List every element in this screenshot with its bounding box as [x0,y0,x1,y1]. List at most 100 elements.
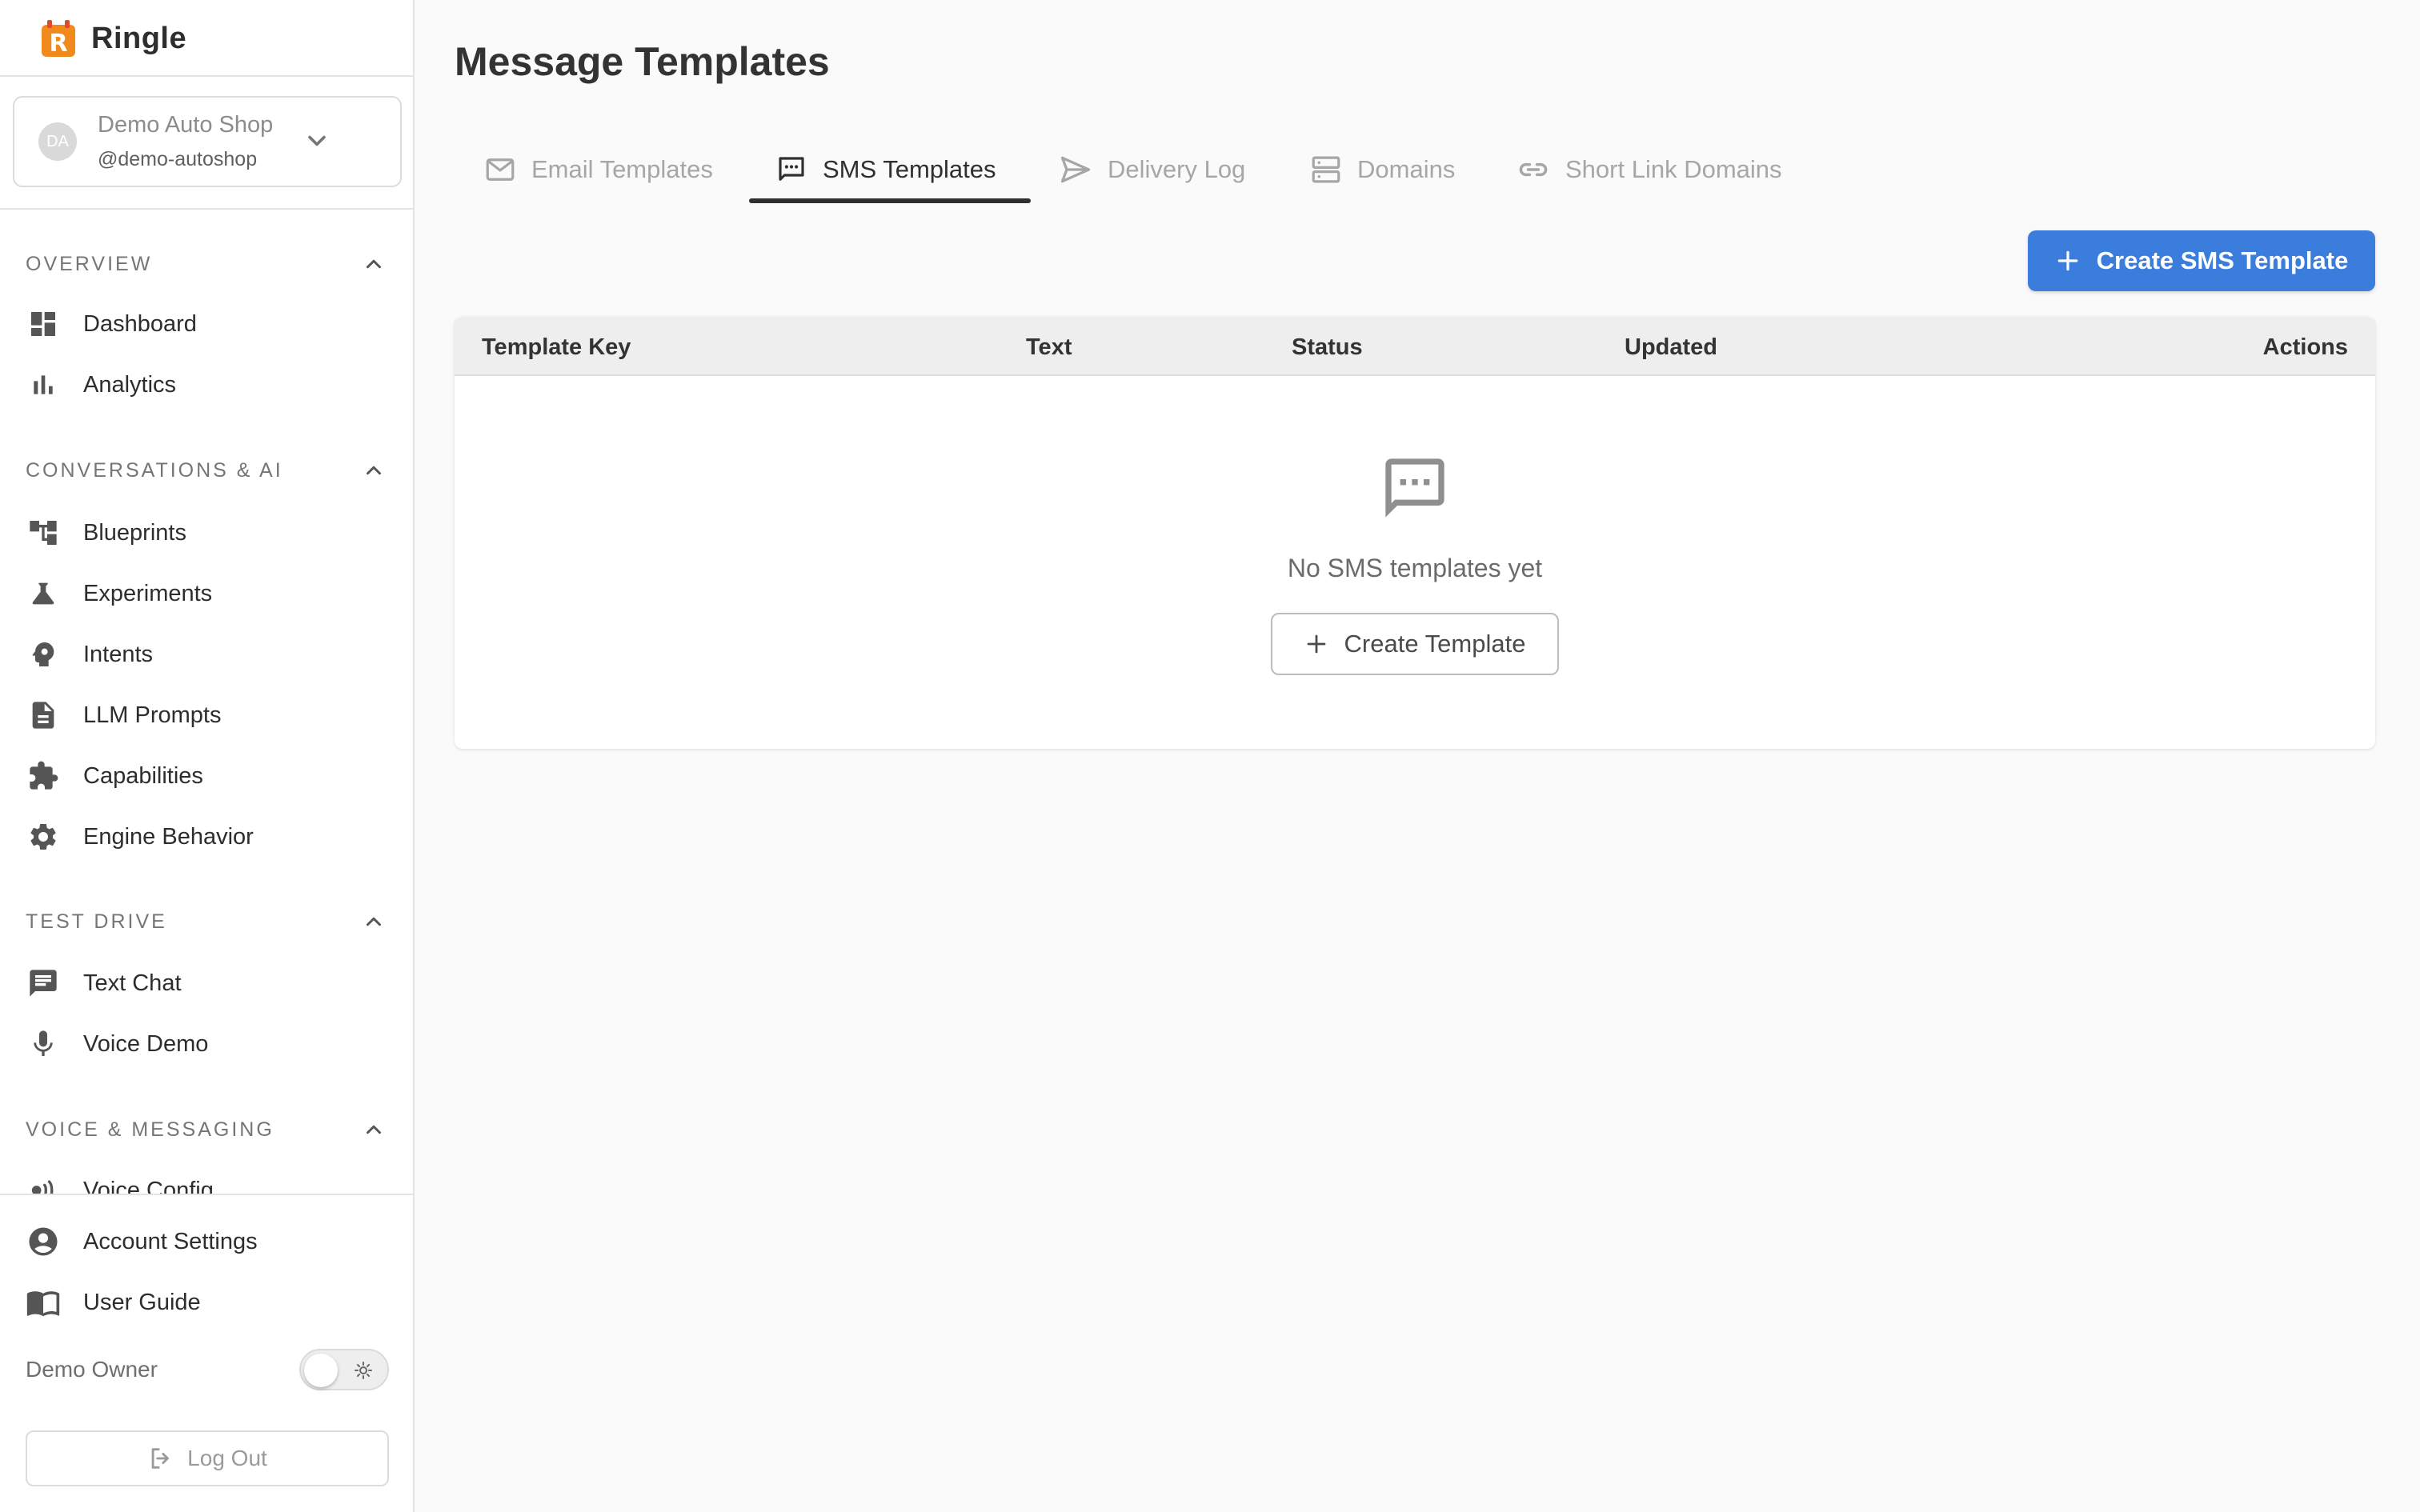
tab-short-link-domains[interactable]: Short Link Domains [1516,134,1782,205]
org-handle: @demo-autoshop [98,148,258,170]
brand[interactable]: R Ringle [38,16,186,61]
org-avatar: DA [38,122,77,161]
link-icon [1516,152,1551,187]
org-switcher[interactable]: DA Demo Auto Shop @demo-autoshop [13,96,402,187]
user-row: Demo Owner [26,1349,389,1390]
sidebar: R Ringle DA Demo Auto Shop @demo-autosho… [0,0,415,1512]
tab-label: Domains [1357,155,1456,183]
sidebar-item-intents[interactable]: Intents [26,632,394,677]
sidebar-scroll-area[interactable]: Voice Config [0,1152,413,1194]
table-header: Template Key Text Status Updated Actions [455,317,2375,376]
app-name: Ringle [91,21,187,55]
sidebar-item-label: Blueprints [83,519,186,546]
flask-icon [26,576,61,611]
sidebar-item-label: Dashboard [83,310,197,337]
dashboard-icon [26,306,61,342]
sidebar-item-voice-demo[interactable]: Voice Demo [26,1022,394,1066]
tab-label: Email Templates [531,155,713,183]
sidebar-item-text-chat[interactable]: Text Chat [26,961,394,1006]
sidebar-item-account-settings[interactable]: Account Settings [26,1219,394,1264]
account-circle-icon [26,1224,61,1259]
column-header-updated[interactable]: Updated [1625,334,1717,361]
bar-chart-icon [26,367,61,402]
puzzle-icon [26,758,61,794]
logout-label: Log Out [187,1446,267,1470]
sidebar-item-label: Capabilities [83,762,203,789]
section-voice-messaging[interactable]: VOICE & MESSAGING [26,1114,386,1146]
plus-icon [1304,632,1328,656]
sun-icon [354,1361,373,1380]
tab-label: Delivery Log [1108,155,1246,183]
active-tab-indicator [749,198,1031,203]
create-template-label: Create Template [1344,630,1526,658]
column-header-actions: Actions [2262,334,2348,360]
create-sms-template-button[interactable]: Create SMS Template [2028,230,2375,291]
templates-table: Template Key Text Status Updated Actions… [455,317,2375,749]
book-icon [26,1285,61,1320]
chevron-up-icon [362,252,386,276]
sidebar-item-label: Account Settings [83,1228,258,1254]
user-name: Demo Owner [26,1357,158,1382]
sidebar-item-label: Intents [83,641,154,667]
voice-wave-icon [26,1173,61,1194]
server-icon [1309,153,1343,186]
sidebar-item-label: Engine Behavior [83,823,254,850]
tab-delivery-log[interactable]: Delivery Log [1058,134,1245,205]
sidebar-item-user-guide[interactable]: User Guide [26,1280,394,1325]
column-header-status[interactable]: Status [1292,334,1363,361]
sidebar-item-engine-behavior[interactable]: Engine Behavior [26,814,394,859]
document-icon [26,698,61,733]
tab-sms-templates[interactable]: SMS Templates [775,134,996,205]
tab-label: Short Link Domains [1565,155,1782,183]
microphone-icon [26,1026,61,1062]
logout-icon [147,1445,174,1472]
sidebar-item-dashboard[interactable]: Dashboard [26,302,394,346]
toggle-knob [304,1354,338,1387]
plus-icon [2055,248,2081,274]
svg-text:R: R [49,30,67,58]
logout-button[interactable]: Log Out [26,1430,389,1486]
sidebar-item-label: LLM Prompts [83,702,222,728]
ringle-logo-icon: R [38,18,78,58]
theme-toggle[interactable] [299,1349,389,1390]
blueprint-tree-icon [26,515,61,550]
section-title: CONVERSATIONS & AI [26,458,283,482]
sidebar-item-blueprints[interactable]: Blueprints [26,510,394,555]
gear-icon [26,819,61,854]
org-name: Demo Auto Shop [98,112,274,138]
column-header-template-key[interactable]: Template Key [482,334,631,361]
send-icon [1058,152,1093,187]
head-gear-icon [26,637,61,672]
sms-empty-icon [1380,453,1450,523]
divider [0,1194,413,1195]
chat-bubble-icon [26,966,61,1001]
section-title: OVERVIEW [26,252,153,275]
sidebar-item-label: Voice Config [83,1177,214,1194]
sidebar-item-voice-config[interactable]: Voice Config [26,1168,394,1194]
sidebar-item-experiments[interactable]: Experiments [26,571,394,616]
sidebar-item-label: Analytics [83,371,177,398]
chevron-down-icon [302,126,331,155]
sidebar-item-label: Text Chat [83,970,182,996]
tab-domains[interactable]: Domains [1309,134,1455,205]
chevron-up-icon [362,458,386,482]
chevron-up-icon [362,1118,386,1142]
section-overview[interactable]: OVERVIEW [26,248,386,280]
mail-icon [483,153,517,186]
empty-state-message: No SMS templates yet [1287,554,1543,582]
sidebar-item-capabilities[interactable]: Capabilities [26,754,394,798]
sidebar-item-label: Voice Demo [83,1030,209,1057]
divider [0,75,413,77]
chevron-up-icon [362,910,386,934]
create-template-button[interactable]: Create Template [1271,613,1559,675]
tab-label: SMS Templates [823,155,996,183]
section-conversations-ai[interactable]: CONVERSATIONS & AI [26,454,386,486]
tab-email-templates[interactable]: Email Templates [483,134,713,205]
sidebar-item-llm-prompts[interactable]: LLM Prompts [26,693,394,738]
column-header-text[interactable]: Text [1026,334,1072,361]
sidebar-item-analytics[interactable]: Analytics [26,362,394,407]
sms-icon [775,153,808,186]
sidebar-item-label: User Guide [83,1289,201,1315]
section-title: VOICE & MESSAGING [26,1118,274,1141]
section-test-drive[interactable]: TEST DRIVE [26,906,386,938]
